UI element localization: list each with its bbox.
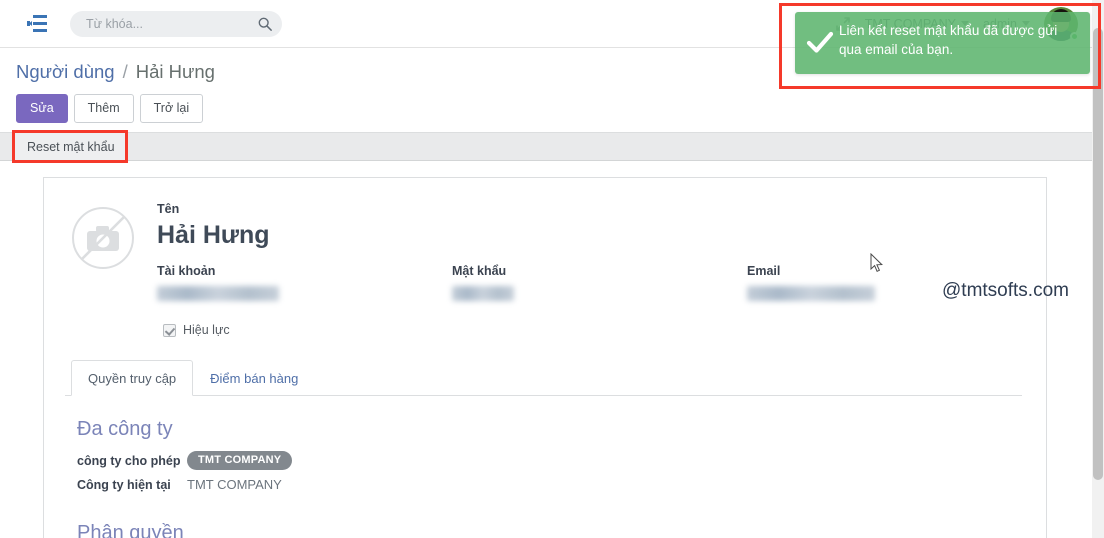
application-window: TMT COMPANY admin Liên kết reset mật khẩ… <box>0 0 1104 538</box>
user-name-value: Hải Hưng <box>157 221 270 249</box>
active-label: Hiệu lực <box>183 323 230 337</box>
breadcrumb-separator: / <box>122 61 128 82</box>
success-toast[interactable]: Liên kết reset mật khẩu đã được gửi qua … <box>795 12 1090 74</box>
edit-button[interactable]: Sửa <box>16 94 68 123</box>
menu-indent-icon[interactable] <box>22 10 52 38</box>
identity-row: Tên Hải Hưng Tài khoản Mật khẩu Email Hi… <box>65 198 1022 337</box>
active-checkbox[interactable] <box>163 323 176 337</box>
search-input[interactable] <box>86 16 258 31</box>
password-value-redacted <box>452 286 514 301</box>
email-field: Email <box>747 264 1022 301</box>
identity-fields: Tên Hải Hưng Tài khoản Mật khẩu Email Hi… <box>157 198 1022 337</box>
user-detail-card: Tên Hải Hưng Tài khoản Mật khẩu Email Hi… <box>43 177 1047 538</box>
account-field: Tài khoản <box>157 264 452 301</box>
search-icon[interactable] <box>258 17 272 31</box>
content-area: Tên Hải Hưng Tài khoản Mật khẩu Email Hi… <box>0 161 1092 538</box>
action-button-row: Sửa Thêm Trở lại <box>16 94 1092 123</box>
checkmark-icon <box>806 31 834 53</box>
permissions-title: Phân quyền <box>77 522 184 538</box>
tab-access-rights[interactable]: Quyền truy cập <box>71 360 194 396</box>
multi-company-title: Đa công ty <box>77 418 173 440</box>
password-field: Mật khẩu <box>452 264 747 301</box>
credentials-row: Tài khoản Mật khẩu Email <box>157 264 1022 301</box>
allowed-company-tag[interactable]: TMT COMPANY <box>187 451 293 470</box>
breadcrumb-parent-link[interactable]: Người dùng <box>16 61 115 83</box>
back-button[interactable]: Trở lại <box>139 94 204 123</box>
reset-password-button[interactable]: Reset mật khẩu <box>15 133 128 160</box>
no-camera-icon[interactable] <box>71 206 135 270</box>
account-value-redacted <box>157 286 279 301</box>
detail-tabs: Quyền truy cập Điểm bán hàng <box>65 360 1022 396</box>
account-label: Tài khoản <box>157 264 216 278</box>
vertical-scrollbar-thumb[interactable] <box>1093 28 1103 480</box>
breadcrumb-current: Hải Hưng <box>135 61 215 82</box>
toast-message: Liên kết reset mật khẩu đã được gửi qua … <box>839 23 1058 57</box>
current-company-value: TMT COMPANY <box>187 477 282 492</box>
search-box[interactable] <box>70 10 282 37</box>
tab-point-of-sale[interactable]: Điểm bán hàng <box>193 360 315 396</box>
sub-toolbar: Reset mật khẩu <box>0 132 1092 161</box>
allowed-companies-row: công ty cho phép TMT COMPANY <box>77 451 1022 470</box>
email-label: Email <box>747 264 781 278</box>
current-company-row: Công ty hiện tại TMT COMPANY <box>77 477 1022 492</box>
active-checkbox-row[interactable]: Hiệu lực <box>157 323 1022 337</box>
allowed-companies-label: công ty cho phép <box>77 453 181 468</box>
password-label: Mật khẩu <box>452 264 507 278</box>
add-button[interactable]: Thêm <box>73 94 134 123</box>
email-value-redacted <box>747 286 875 301</box>
name-label: Tên <box>157 202 180 216</box>
menu-indent-glyph <box>27 15 47 32</box>
current-company-label: Công ty hiện tại <box>77 477 171 492</box>
vertical-scrollbar[interactable] <box>1092 0 1104 538</box>
